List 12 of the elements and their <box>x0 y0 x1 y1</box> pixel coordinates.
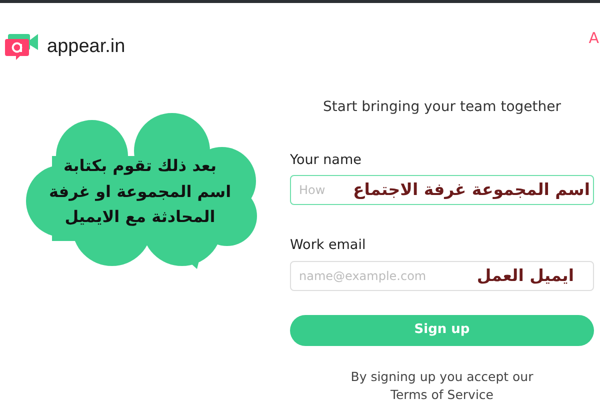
field-label: Your name <box>290 151 362 170</box>
speech-bubble: بعد ذلك تقوم بكتابة اسم المجموعة او غرفة المحادثة مع الايميل <box>22 111 258 269</box>
sign-up-button[interactable]: Sign up <box>290 314 594 346</box>
annotation-text: اسم المجموعة غرفة الاجتماع <box>353 181 590 200</box>
annotation-text: ايميل العمل <box>476 266 574 285</box>
field-label: Work email <box>290 236 367 256</box>
logo-text: appear.in <box>47 34 126 59</box>
terms-text: By signing up you accept our <box>350 368 534 384</box>
terms-link[interactable]: Terms of Service <box>390 386 494 400</box>
logo-icon <box>5 34 39 60</box>
nav-link[interactable]: A <box>588 27 599 50</box>
form-title: Start bringing your team together <box>322 98 562 117</box>
